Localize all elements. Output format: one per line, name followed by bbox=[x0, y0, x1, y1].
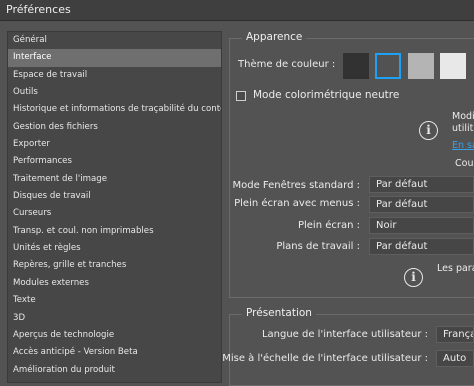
window-titlebar: Préférences bbox=[0, 0, 474, 21]
sidebar-item-gestion-fichiers[interactable]: Gestion des fichiers bbox=[8, 119, 221, 136]
presentation-group-title: Présentation bbox=[242, 307, 316, 319]
sidebar-item-reperes-grille[interactable]: Repères, grille et tranches bbox=[8, 257, 221, 274]
neutral-color-mode-label: Mode colorimétrique neutre bbox=[253, 89, 400, 101]
info-link[interactable]: En sa bbox=[452, 140, 474, 151]
language-select[interactable]: Françai bbox=[436, 326, 474, 343]
info-icon: i bbox=[419, 121, 438, 140]
sidebar-item-historique[interactable]: Historique et informations de traçabilit… bbox=[8, 101, 221, 118]
mode-fenetres-standard-select[interactable]: Par défaut bbox=[369, 176, 474, 193]
sidebar-item-apercus-technologie[interactable]: Aperçus de technologie bbox=[8, 327, 221, 344]
mode-fenetres-standard-label: Mode Fenêtres standard : bbox=[232, 180, 360, 191]
plein-ecran-menus-select[interactable]: Par défaut bbox=[369, 196, 474, 213]
bottom-info-text: Les para bbox=[437, 263, 474, 274]
neutral-color-mode-checkbox[interactable] bbox=[236, 91, 246, 101]
ui-scale-select[interactable]: Auto bbox=[436, 350, 474, 367]
plein-ecran-label: Plein écran : bbox=[297, 220, 360, 231]
theme-swatch-darkest[interactable] bbox=[343, 53, 369, 79]
preferences-sidebar: Général Interface Espace de travail Outi… bbox=[7, 31, 222, 383]
sidebar-item-performances[interactable]: Performances bbox=[8, 153, 221, 170]
sidebar-item-espace-de-travail[interactable]: Espace de travail bbox=[8, 67, 221, 84]
sidebar-item-disques-de-travail[interactable]: Disques de travail bbox=[8, 188, 221, 205]
theme-swatch-light[interactable] bbox=[440, 53, 466, 79]
language-label: Langue de l'interface utilisateur : bbox=[261, 329, 428, 340]
ui-scale-label: Mise à l'échelle de l'interface utilisat… bbox=[222, 353, 428, 364]
info-text-line-2: utilita bbox=[452, 123, 474, 134]
sidebar-item-texte[interactable]: Texte bbox=[8, 292, 221, 309]
theme-label: Thème de couleur : bbox=[238, 59, 336, 70]
theme-swatch-dark[interactable] bbox=[375, 53, 401, 79]
sidebar-item-modules-externes[interactable]: Modules externes bbox=[8, 275, 221, 292]
sidebar-item-amelioration-produit[interactable]: Amélioration du produit bbox=[8, 362, 221, 379]
sidebar-item-exporter[interactable]: Exporter bbox=[8, 136, 221, 153]
info-text-line-3: Cou bbox=[455, 158, 474, 169]
sidebar-item-outils[interactable]: Outils bbox=[8, 84, 221, 101]
theme-swatch-medium[interactable] bbox=[408, 53, 434, 79]
sidebar-item-acces-anticipe[interactable]: Accès anticipé - Version Beta bbox=[8, 344, 221, 361]
sidebar-item-3d[interactable]: 3D bbox=[8, 310, 221, 327]
info-text-line-1: Modi bbox=[452, 111, 474, 122]
apparence-group-title: Apparence bbox=[242, 31, 307, 43]
sidebar-item-traitement-image[interactable]: Traitement de l'image bbox=[8, 171, 221, 188]
sidebar-item-interface[interactable]: Interface bbox=[8, 49, 221, 67]
plein-ecran-menus-label: Plein écran avec menus : bbox=[234, 198, 360, 209]
window-title: Préférences bbox=[6, 3, 71, 16]
plans-de-travail-label: Plans de travail : bbox=[276, 241, 360, 252]
plans-de-travail-select[interactable]: Par défaut bbox=[369, 238, 474, 255]
info-icon-bottom: i bbox=[404, 268, 423, 287]
sidebar-item-unites-regles[interactable]: Unités et règles bbox=[8, 240, 221, 257]
sidebar-item-general[interactable]: Général bbox=[8, 32, 221, 49]
sidebar-item-transparence[interactable]: Transp. et coul. non imprimables bbox=[8, 223, 221, 240]
sidebar-item-curseurs[interactable]: Curseurs bbox=[8, 205, 221, 222]
plein-ecran-select[interactable]: Noir bbox=[369, 217, 474, 234]
